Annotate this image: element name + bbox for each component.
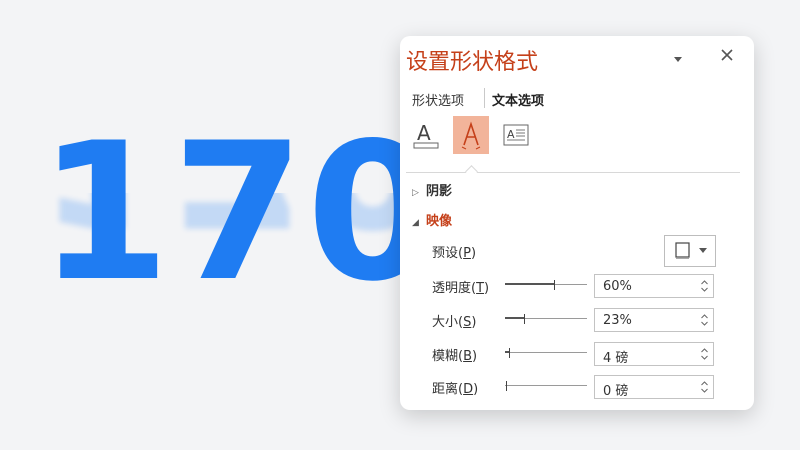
transparency-input[interactable]: 60%	[594, 274, 714, 298]
separator-notch	[465, 165, 478, 178]
size-slider[interactable]	[505, 314, 587, 324]
size-input[interactable]: 23%	[594, 308, 714, 332]
section-shadow-label: 阴影	[426, 184, 453, 199]
panel-title: 设置形状格式	[406, 50, 539, 75]
expand-arrow-icon: ▷	[412, 188, 419, 198]
distance-input[interactable]: 0 磅	[594, 375, 714, 399]
slider-thumb[interactable]	[554, 280, 555, 290]
text-fill-outline-tab[interactable]: A	[408, 116, 444, 154]
section-shadow[interactable]: ▷ 阴影	[412, 180, 452, 199]
slider-thumb[interactable]	[524, 314, 525, 324]
svg-text:A: A	[417, 121, 431, 145]
spinner-arrows-icon[interactable]	[700, 378, 709, 396]
textbox-icon: A	[503, 124, 529, 146]
section-separator	[406, 172, 740, 173]
transparency-label: 透明度(T)	[432, 281, 490, 296]
svg-text:A: A	[507, 128, 515, 141]
blur-label: 模糊(B)	[432, 349, 478, 364]
distance-slider[interactable]	[505, 381, 587, 391]
tab-shape-options[interactable]: 形状选项	[412, 90, 464, 109]
transparency-slider[interactable]	[505, 280, 587, 290]
text-fill-outline-icon: A	[413, 121, 439, 149]
text-effects-icon	[461, 121, 481, 150]
spinner-arrows-icon[interactable]	[700, 311, 709, 329]
reflection-preset-icon	[675, 242, 707, 259]
blur-slider[interactable]	[505, 348, 587, 358]
size-label: 大小(S)	[432, 315, 477, 330]
chevron-down-icon[interactable]	[672, 50, 684, 62]
textbox-tab[interactable]: A	[498, 116, 534, 154]
tab-text-options[interactable]: 文本选项	[492, 90, 544, 109]
big-number[interactable]: 170	[38, 118, 441, 308]
distance-label: 距离(D)	[432, 382, 479, 397]
format-shape-panel: 设置形状格式 形状选项 文本选项 A A ▷ 阴影 ◢ 映像 预设(P) 透明度…	[400, 36, 754, 410]
blur-input[interactable]: 4 磅	[594, 342, 714, 366]
text-effects-tab[interactable]	[453, 116, 489, 154]
slider-thumb[interactable]	[506, 381, 507, 391]
preset-label: 预设(P)	[432, 246, 477, 261]
tab-divider	[484, 88, 485, 108]
section-reflection[interactable]: ◢ 映像	[412, 210, 452, 229]
collapse-arrow-icon: ◢	[412, 218, 419, 228]
preset-dropdown-button[interactable]	[664, 235, 716, 267]
spinner-arrows-icon[interactable]	[700, 277, 709, 295]
spinner-arrows-icon[interactable]	[700, 345, 709, 363]
close-icon[interactable]	[718, 46, 736, 64]
slider-thumb[interactable]	[509, 348, 510, 358]
section-reflection-label: 映像	[426, 214, 453, 229]
